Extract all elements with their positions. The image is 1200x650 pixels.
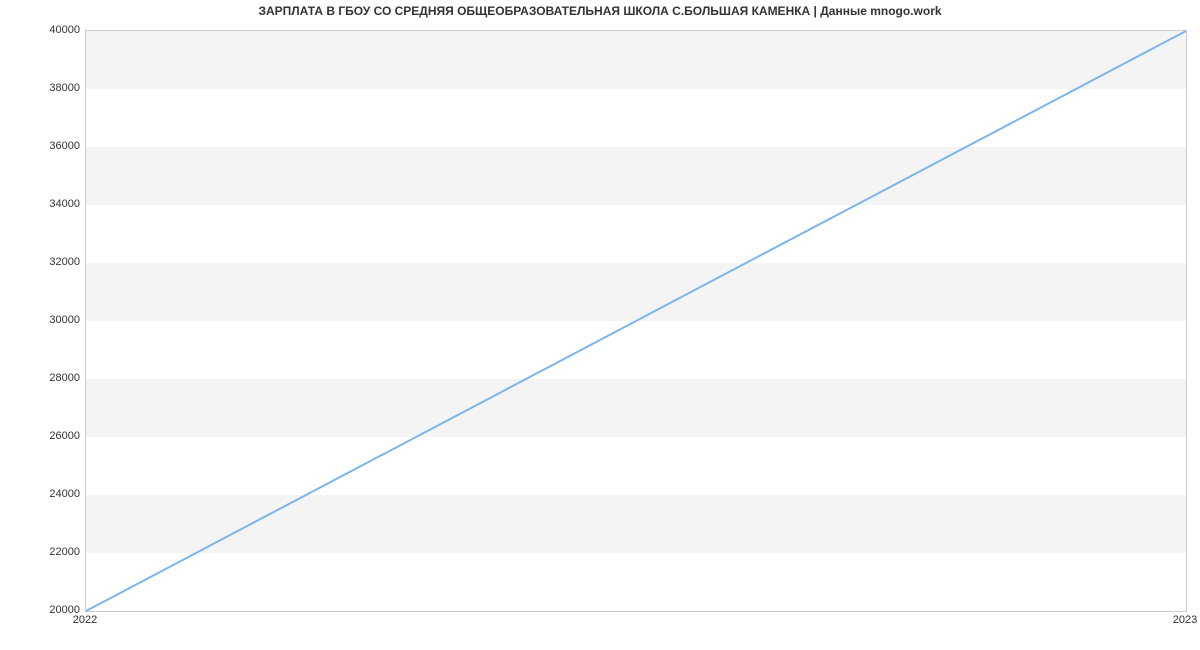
y-tick-label: 26000 xyxy=(0,430,80,442)
y-tick-label: 38000 xyxy=(0,82,80,94)
y-tick-label: 28000 xyxy=(0,372,80,384)
x-tick-label: 2023 xyxy=(1173,614,1197,626)
y-tick-label: 22000 xyxy=(0,546,80,558)
chart-line-layer xyxy=(86,31,1186,611)
y-tick-label: 36000 xyxy=(0,140,80,152)
y-tick-label: 32000 xyxy=(0,256,80,268)
chart-container: ЗАРПЛАТА В ГБОУ СО СРЕДНЯЯ ОБЩЕОБРАЗОВАТ… xyxy=(0,0,1200,650)
chart-line xyxy=(86,31,1186,611)
plot-area xyxy=(85,30,1187,612)
x-tick-label: 2022 xyxy=(73,614,97,626)
chart-title: ЗАРПЛАТА В ГБОУ СО СРЕДНЯЯ ОБЩЕОБРАЗОВАТ… xyxy=(0,4,1200,18)
y-tick-label: 24000 xyxy=(0,488,80,500)
y-tick-label: 34000 xyxy=(0,198,80,210)
y-tick-label: 30000 xyxy=(0,314,80,326)
y-tick-label: 20000 xyxy=(0,604,80,616)
y-tick-label: 40000 xyxy=(0,24,80,36)
